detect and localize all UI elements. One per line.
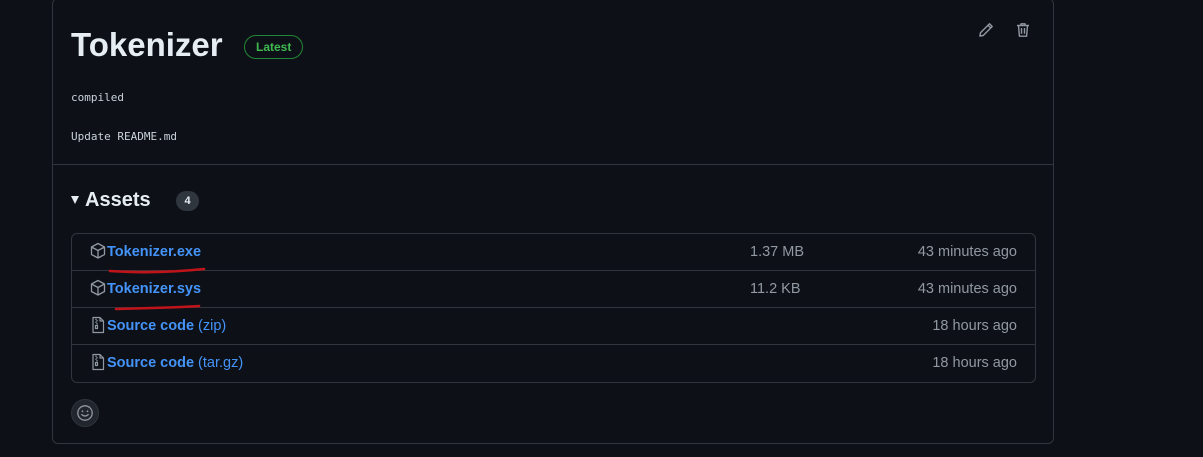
release-title[interactable]: Tokenizer	[71, 25, 223, 65]
smiley-icon	[77, 405, 93, 421]
add-reaction-button[interactable]	[71, 399, 99, 427]
asset-link[interactable]: Source code (tar.gz)	[107, 355, 243, 371]
asset-link[interactable]: Tokenizer.sys	[107, 281, 201, 297]
package-icon	[90, 279, 106, 296]
asset-name: Source code	[107, 318, 195, 334]
asset-size: 11.2 KB	[750, 281, 801, 297]
asset-row: Source code (tar.gz) 18 hours ago	[72, 345, 1035, 382]
package-icon	[90, 242, 106, 259]
asset-format: (tar.gz)	[194, 355, 244, 371]
asset-link[interactable]: Tokenizer.exe	[107, 244, 201, 260]
caret-down-icon	[71, 196, 79, 204]
asset-time: 18 hours ago	[932, 318, 1017, 334]
asset-format: (zip)	[194, 318, 227, 334]
release-header: Tokenizer Latest compiled Update README.…	[53, 0, 1053, 165]
asset-row: Tokenizer.exe 1.37 MB 43 minutes ago	[72, 234, 1035, 271]
delete-button[interactable]	[1013, 20, 1033, 40]
release-notes-line-1: compiled	[71, 91, 124, 104]
assets-count-badge: 4	[176, 191, 199, 211]
asset-time: 43 minutes ago	[917, 244, 1017, 260]
assets-toggle[interactable]: Assets	[71, 187, 151, 213]
edit-button[interactable]	[976, 20, 996, 40]
file-zip-icon	[92, 316, 105, 334]
release-card: Tokenizer Latest compiled Update README.…	[52, 0, 1054, 444]
latest-badge: Latest	[244, 35, 304, 59]
file-zip-icon	[92, 353, 105, 371]
pencil-icon	[979, 23, 993, 37]
trash-icon	[1017, 23, 1029, 37]
asset-row: Tokenizer.sys 11.2 KB 43 minutes ago	[72, 271, 1035, 308]
asset-row: Source code (zip) 18 hours ago	[72, 308, 1035, 345]
release-notes-line-2: Update README.md	[71, 130, 177, 143]
assets-heading: Assets	[85, 188, 151, 211]
asset-link[interactable]: Source code (zip)	[107, 318, 226, 334]
asset-name: Tokenizer.sys	[107, 281, 202, 297]
assets-list: Tokenizer.exe 1.37 MB 43 minutes ago Tok…	[71, 233, 1036, 383]
asset-time: 43 minutes ago	[917, 281, 1017, 297]
asset-name: Source code	[107, 355, 195, 371]
asset-time: 18 hours ago	[932, 355, 1017, 371]
asset-size: 1.37 MB	[750, 244, 804, 260]
asset-name: Tokenizer.exe	[107, 244, 202, 260]
